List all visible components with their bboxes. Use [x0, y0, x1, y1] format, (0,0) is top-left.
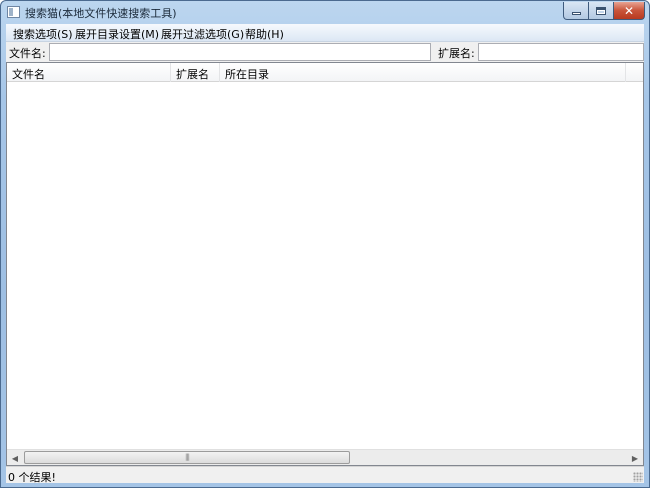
filename-label: 文件名:: [9, 47, 46, 60]
column-header-filename[interactable]: 文件名: [7, 63, 171, 82]
results-body[interactable]: [7, 83, 643, 449]
title-bar[interactable]: 搜索猫(本地文件快速搜索工具) ✕: [1, 1, 649, 23]
maximize-button[interactable]: [588, 2, 614, 20]
client-area: 搜索选项(S) 展开目录设置(M) 展开过滤选项(G) 帮助(H) 文件名: 扩…: [6, 24, 644, 484]
grip-icon: |||: [184, 453, 190, 461]
menu-bar: 搜索选项(S) 展开目录设置(M) 展开过滤选项(G) 帮助(H): [6, 24, 644, 42]
results-header: 文件名 扩展名 所在目录: [7, 63, 643, 82]
scroll-left-icon[interactable]: ◀: [7, 450, 23, 466]
menu-filter-options[interactable]: 展开过滤选项(G): [161, 26, 244, 42]
scrollbar-thumb[interactable]: |||: [24, 451, 350, 464]
menu-search-options[interactable]: 搜索选项(S): [13, 26, 73, 42]
extension-label: 扩展名:: [438, 47, 475, 60]
filename-input[interactable]: [49, 43, 431, 61]
results-list[interactable]: 文件名 扩展名 所在目录 ◀ ||| ▶: [6, 62, 644, 466]
menu-help[interactable]: 帮助(H): [245, 26, 284, 42]
status-bar: 0 个结果!: [6, 466, 644, 484]
search-bar: 文件名: 扩展名:: [6, 42, 644, 62]
minimize-icon: [571, 12, 581, 15]
extension-input[interactable]: [478, 43, 644, 61]
app-window-icon[interactable]: [7, 6, 20, 18]
resize-grip-icon[interactable]: [633, 472, 643, 482]
result-count-status: 0 个结果!: [8, 471, 56, 484]
minimize-button[interactable]: [563, 2, 589, 20]
column-header-directory[interactable]: 所在目录: [220, 63, 626, 82]
close-icon: ✕: [623, 3, 635, 18]
maximize-icon: [596, 6, 606, 15]
scroll-right-icon[interactable]: ▶: [627, 450, 643, 466]
menu-directory-settings[interactable]: 展开目录设置(M): [75, 26, 159, 42]
horizontal-scrollbar[interactable]: ◀ ||| ▶: [7, 449, 643, 465]
app-window: 搜索猫(本地文件快速搜索工具) ✕ 搜索选项(S) 展开目录设置(M) 展开过滤…: [0, 0, 650, 488]
window-title: 搜索猫(本地文件快速搜索工具): [25, 7, 177, 20]
column-header-extension[interactable]: 扩展名: [171, 63, 220, 82]
close-button[interactable]: ✕: [613, 2, 645, 20]
